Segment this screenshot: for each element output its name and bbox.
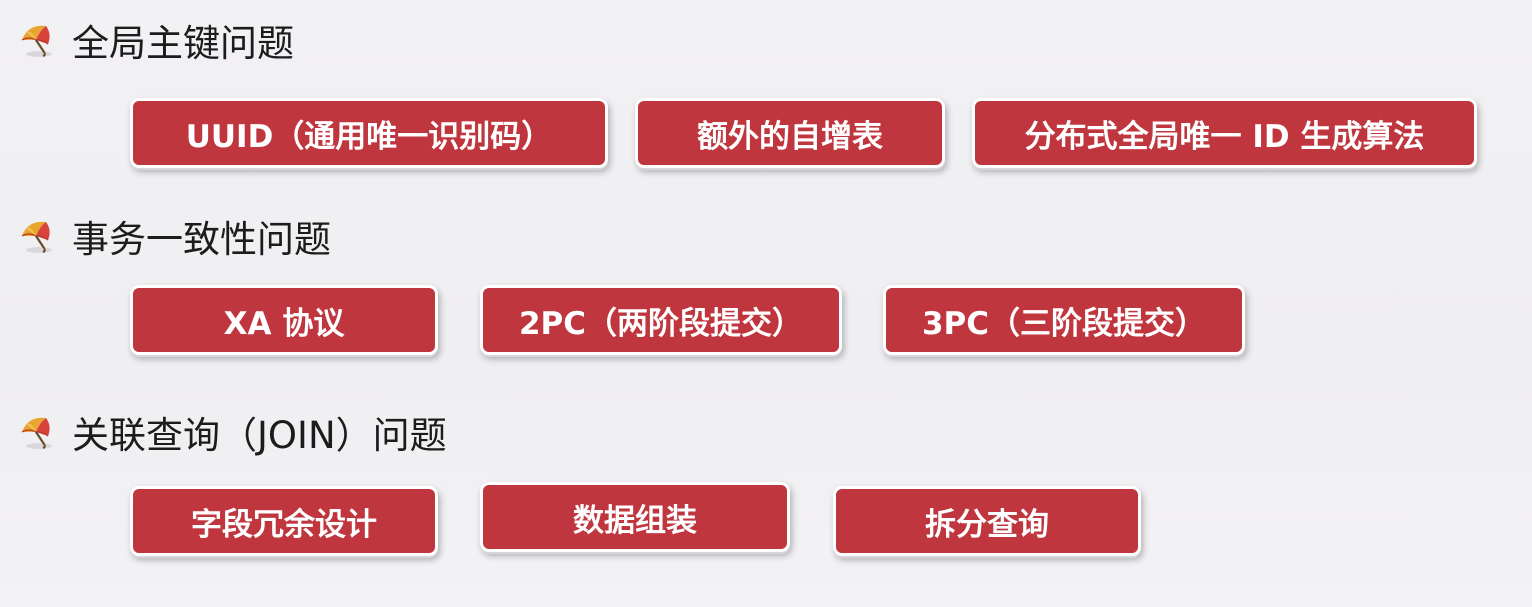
umbrella-icon xyxy=(21,221,52,253)
section-title: 事务一致性问题 xyxy=(72,218,331,261)
uuid-button[interactable]: UUID（通用唯一识别码） xyxy=(130,98,608,168)
section-heading-global-primary-key: 全局主键问题 xyxy=(18,18,294,65)
section-heading-transaction-consistency: 事务一致性问题 xyxy=(18,214,331,261)
section-title: 全局主键问题 xyxy=(72,22,294,65)
distributed-global-id-algorithm-button[interactable]: 分布式全局唯一 ID 生成算法 xyxy=(972,98,1477,168)
umbrella-icon xyxy=(21,25,52,57)
section-heading-join-query: 关联查询（JOIN）问题 xyxy=(18,410,447,457)
split-query-button[interactable]: 拆分查询 xyxy=(833,486,1141,556)
extra-auto-increment-table-button[interactable]: 额外的自增表 xyxy=(635,98,945,168)
two-phase-commit-button[interactable]: 2PC（两阶段提交） xyxy=(480,285,842,355)
umbrella-icon xyxy=(21,417,52,449)
section-title: 关联查询（JOIN）问题 xyxy=(72,414,447,457)
xa-protocol-button[interactable]: XA 协议 xyxy=(130,285,438,355)
three-phase-commit-button[interactable]: 3PC（三阶段提交） xyxy=(883,285,1245,355)
field-redundancy-design-button[interactable]: 字段冗余设计 xyxy=(130,486,438,556)
data-assembly-button[interactable]: 数据组装 xyxy=(480,482,790,552)
